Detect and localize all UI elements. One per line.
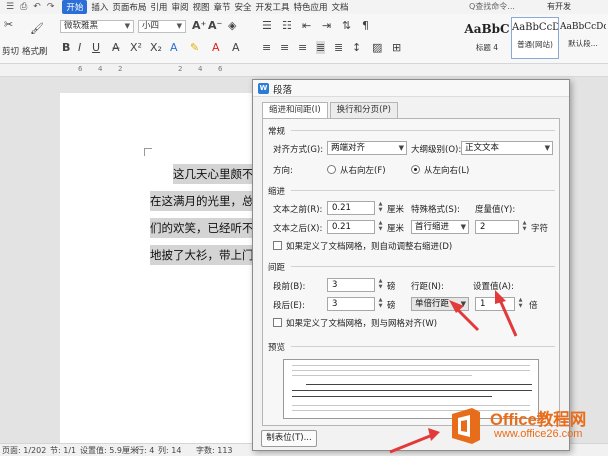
annotation-arrow-line-spacing [449,300,480,332]
annotation-arrow-setting-value [495,290,518,337]
annotation-arrows [389,290,518,454]
watermark-brand: Office教程网 [490,411,587,429]
watermark-url: www.office26.com [494,428,583,440]
site-watermark: Office教程网 www.office26.com [446,400,608,454]
annotation-arrow-bottom [389,428,440,454]
office-logo-icon [452,408,480,444]
